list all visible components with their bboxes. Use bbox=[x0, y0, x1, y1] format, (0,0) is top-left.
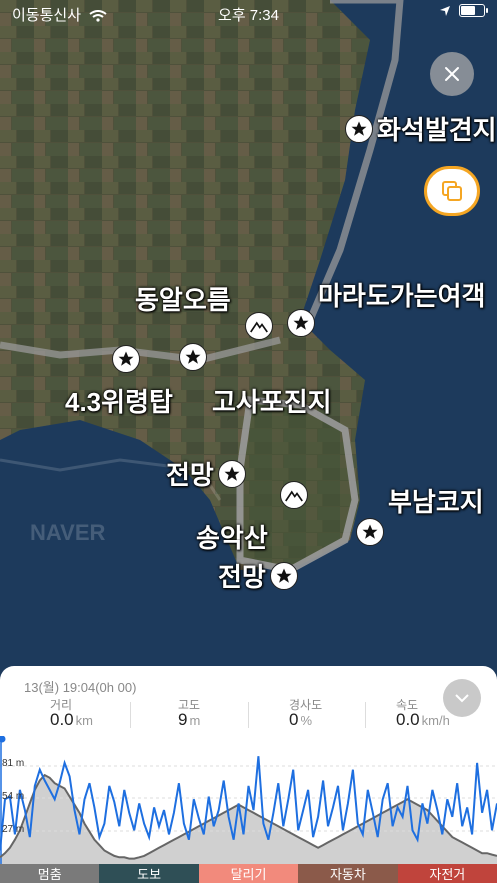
location-arrow-icon bbox=[440, 5, 450, 16]
close-icon bbox=[445, 67, 459, 81]
place-label: 화석발견지 bbox=[377, 115, 497, 145]
chart-svg bbox=[0, 735, 497, 864]
stat-altitude: 고도 9m bbox=[178, 698, 201, 729]
mountain-icon[interactable] bbox=[245, 312, 273, 340]
star-icon bbox=[345, 114, 373, 143]
mode-stop[interactable]: 멈춤 bbox=[0, 864, 100, 883]
place-label-43-memorial[interactable]: 4.3위령탑 bbox=[65, 382, 173, 419]
divider bbox=[365, 702, 366, 728]
status-bar: 이동통신사 오후 7:34 bbox=[0, 0, 497, 26]
place-label-marado-ferry[interactable]: 마라도가는여객 bbox=[318, 276, 485, 313]
star-icon bbox=[269, 561, 298, 590]
place-label-gosapo-camp[interactable]: 고사포진지 bbox=[212, 382, 332, 419]
place-viewpoint-2[interactable]: 전망 bbox=[218, 557, 298, 594]
battery-icon bbox=[459, 4, 488, 17]
star-icon[interactable] bbox=[179, 343, 207, 371]
copy-layers-icon bbox=[442, 181, 462, 201]
stat-slope: 경사도 0% bbox=[289, 698, 323, 729]
y-tick-label: 81 m bbox=[2, 758, 25, 769]
map-watermark: NAVER bbox=[30, 520, 105, 545]
place-viewpoint-1[interactable]: 전망 bbox=[166, 455, 246, 492]
track-datetime: 13(월) 19:04(0h 00) bbox=[24, 680, 137, 695]
mountain-icon[interactable] bbox=[280, 481, 308, 509]
place-fossil-site[interactable]: 화석발견지 bbox=[345, 110, 497, 147]
star-icon[interactable] bbox=[287, 309, 315, 337]
mode-car[interactable]: 자동차 bbox=[298, 864, 398, 883]
map-view[interactable]: NAVER 화석발견지 마라도가는여객 동알오름 4.3위령탑 고사포진지 전망… bbox=[0, 0, 497, 690]
y-tick-label: 27 m bbox=[2, 824, 25, 835]
mode-bike[interactable]: 자전거 bbox=[397, 864, 497, 883]
close-button[interactable] bbox=[430, 52, 474, 96]
map-layers-button[interactable] bbox=[424, 166, 480, 216]
divider bbox=[248, 702, 249, 728]
clock: 오후 7:34 bbox=[218, 7, 279, 24]
place-label: 전망 bbox=[218, 562, 266, 592]
mode-run[interactable]: 달리기 bbox=[198, 864, 299, 883]
stat-speed: 속도 0.0 km/h bbox=[396, 698, 450, 729]
star-icon[interactable] bbox=[356, 518, 384, 546]
stat-distance: 거리 0.0 km bbox=[50, 698, 93, 729]
mode-walk[interactable]: 도보 bbox=[99, 864, 199, 883]
divider bbox=[130, 702, 131, 728]
y-tick-label: 54 m bbox=[2, 791, 25, 802]
place-label: 전망 bbox=[166, 460, 214, 490]
place-label-bunam-koji[interactable]: 부남코지 bbox=[388, 482, 484, 519]
chart-cursor bbox=[0, 735, 6, 743]
star-icon bbox=[217, 459, 246, 488]
movement-mode-legend: 멈춤 도보 달리기 자동차 자전거 bbox=[0, 864, 497, 883]
star-icon[interactable] bbox=[112, 345, 140, 373]
elevation-speed-chart[interactable]: 81 m 54 m 27 m bbox=[0, 735, 497, 864]
place-label-dongal-oreum[interactable]: 동알오름 bbox=[135, 280, 231, 317]
place-label-songaksan[interactable]: 송악산 bbox=[196, 518, 268, 555]
